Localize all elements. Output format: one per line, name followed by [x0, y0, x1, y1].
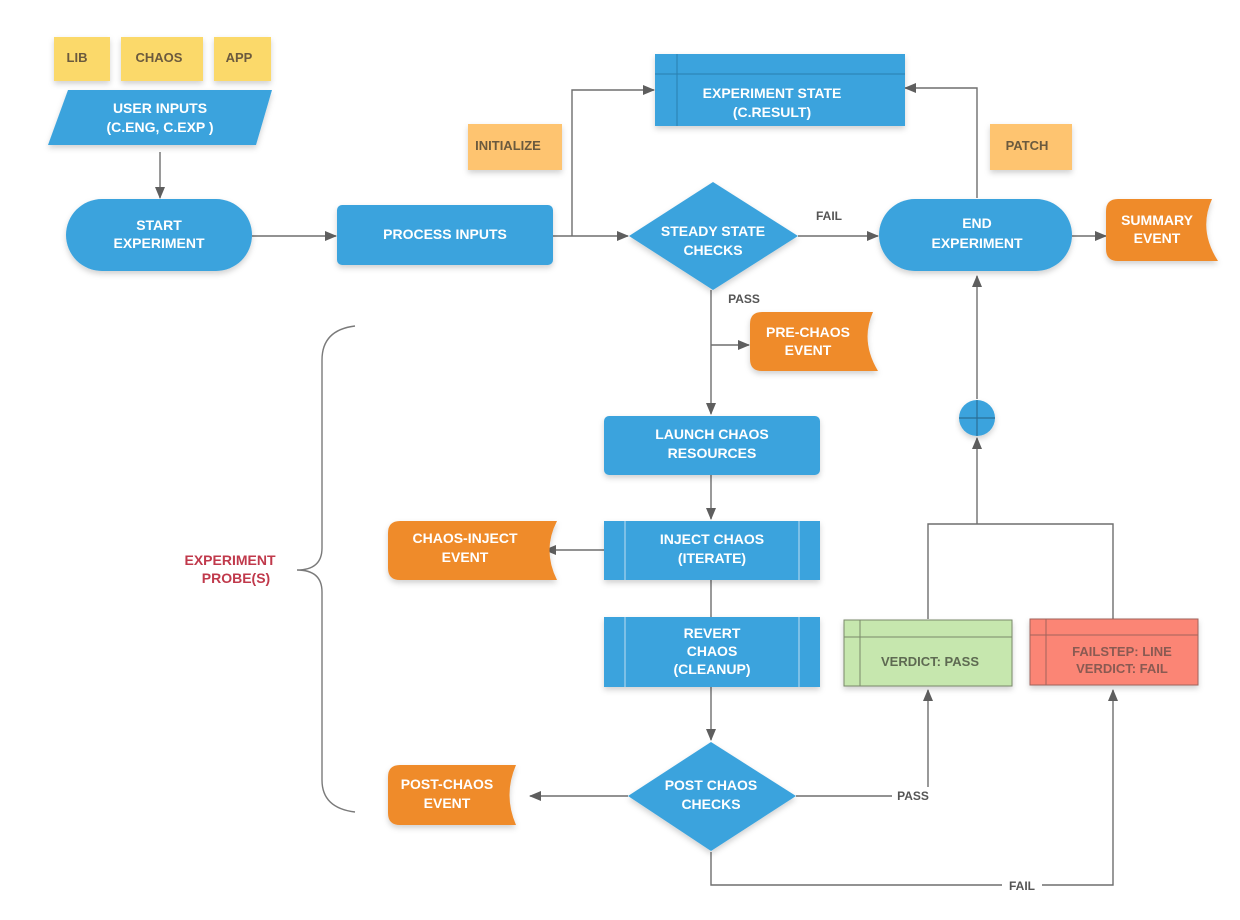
probe-label-line2: PROBE(S) — [202, 570, 270, 586]
edge-process-state — [571, 85, 655, 236]
flowchart-canvas: FAIL PASS PASS FAIL LIB CHAOS APP INITIA… — [48, 37, 1218, 893]
node-launch-chaos-resources-line2: RESOURCES — [668, 445, 757, 461]
node-experiment-state-line1: EXPERIMENT STATE — [703, 85, 842, 101]
node-steady-state-checks-line2: CHECKS — [683, 242, 742, 258]
node-user-inputs-line2: (C.ENG, C.EXP ) — [106, 119, 213, 135]
node-experiment-state-line2: (C.RESULT) — [733, 104, 811, 120]
node-steady-state-checks-line1: STEADY STATE — [661, 223, 765, 239]
node-end-experiment-line1: END — [962, 215, 992, 231]
note-patch-label: PATCH — [1006, 138, 1049, 153]
edge-label-post-pass: PASS — [897, 789, 929, 803]
note-initialize-label: INITIALIZE — [475, 138, 541, 153]
note-lib-label: LIB — [67, 50, 88, 65]
node-end-experiment-line2: EXPERIMENT — [931, 235, 1022, 251]
node-pre-chaos-event-line1: PRE-CHAOS — [766, 324, 850, 340]
node-chaos-inject-event-line2: EVENT — [442, 549, 489, 565]
edge-postchecks-pass — [796, 689, 933, 797]
node-summary-event-line1: SUMMARY — [1121, 212, 1193, 228]
node-post-chaos-checks-line1: POST CHAOS — [665, 777, 758, 793]
node-post-chaos-event-line2: EVENT — [424, 795, 471, 811]
edge-label-post-fail: FAIL — [1009, 879, 1035, 893]
node-verdict-pass[interactable] — [843, 619, 1013, 687]
node-user-inputs-line1: USER INPUTS — [113, 100, 207, 116]
node-post-chaos-checks-line2: CHECKS — [681, 796, 740, 812]
probe-brace — [296, 325, 356, 813]
note-chaos-label: CHAOS — [136, 50, 183, 65]
edge-end-state — [904, 83, 978, 198]
node-start-experiment-line2: EXPERIMENT — [113, 235, 204, 251]
node-launch-chaos-resources-line1: LAUNCH CHAOS — [655, 426, 769, 442]
node-chaos-inject-event-line1: CHAOS-INJECT — [412, 530, 517, 546]
summing-junction-icon — [959, 400, 995, 436]
node-verdict-fail-line1: FAILSTEP: LINE — [1072, 644, 1172, 659]
node-summary-event-line2: EVENT — [1134, 230, 1181, 246]
node-inject-chaos-line1: INJECT CHAOS — [660, 531, 764, 547]
node-verdict-pass-label: VERDICT: PASS — [881, 654, 979, 669]
node-verdict-fail-line2: VERDICT: FAIL — [1076, 661, 1168, 676]
node-start-experiment-line1: START — [136, 217, 182, 233]
node-user-inputs[interactable] — [48, 90, 272, 145]
node-inject-chaos-line2: (ITERATE) — [678, 550, 746, 566]
node-post-chaos-event-line1: POST-CHAOS — [401, 776, 494, 792]
node-revert-chaos-line3: (CLEANUP) — [674, 661, 751, 677]
node-revert-chaos-line2: CHAOS — [687, 643, 738, 659]
node-revert-chaos-line1: REVERT — [684, 625, 741, 641]
edge-verdicts-merge — [927, 523, 1114, 619]
node-process-inputs-label: PROCESS INPUTS — [383, 226, 507, 242]
edge-label-steady-fail: FAIL — [816, 209, 842, 223]
node-pre-chaos-event-line2: EVENT — [785, 342, 832, 358]
note-app-label: APP — [226, 50, 253, 65]
probe-label-line1: EXPERIMENT — [184, 552, 275, 568]
edge-label-steady-pass: PASS — [728, 292, 760, 306]
